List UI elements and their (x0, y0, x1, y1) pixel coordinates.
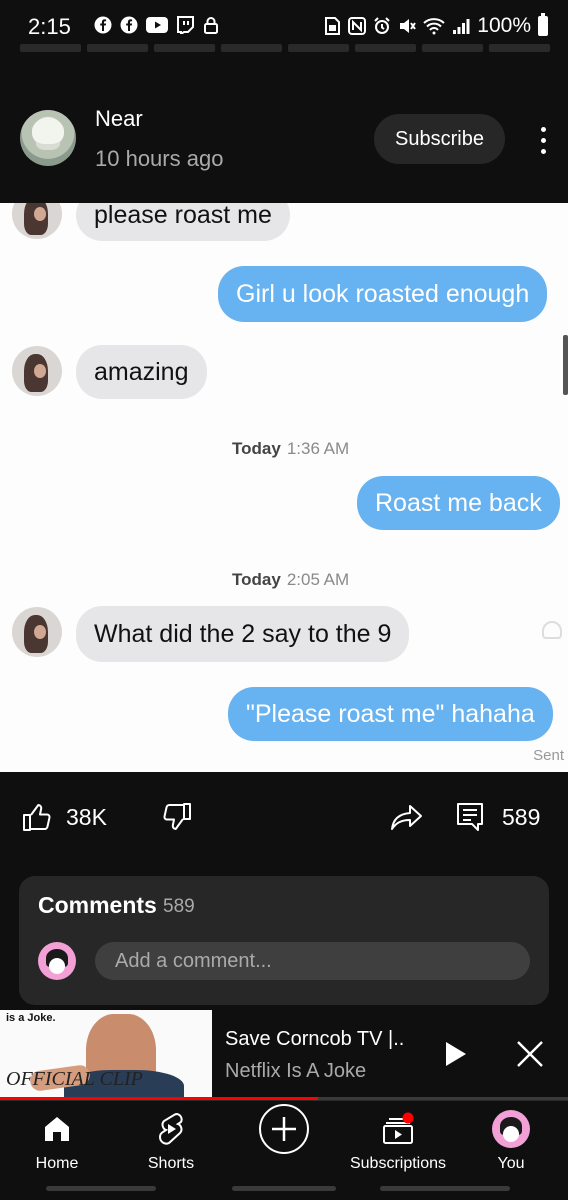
wifi-icon (423, 18, 445, 35)
chat-bubble-incoming: What did the 2 say to the 9 (76, 606, 410, 662)
share-button[interactable] (390, 802, 424, 832)
mini-player[interactable]: is a Joke. OFFICIAL CLIP Save Corncob TV… (0, 1010, 568, 1100)
share-icon (391, 805, 422, 830)
system-gesture-bar (0, 1184, 568, 1200)
chat-bubble-outgoing: "Please roast me" hahaha (228, 687, 553, 741)
alarm-icon (374, 17, 390, 34)
battery-icon (538, 13, 548, 36)
create-icon (259, 1104, 309, 1154)
post-image[interactable]: please roast me Girl u look roasted enou… (0, 203, 568, 772)
thumbnail-brand-text: is a Joke. (6, 1012, 56, 1024)
sent-label: Sent (533, 747, 564, 764)
mini-player-title[interactable]: Save Corncob TV |.. (225, 1028, 404, 1051)
mute-icon (400, 19, 417, 33)
battery-percent: 100% (477, 14, 531, 37)
comments-count: 589 (163, 896, 195, 917)
like-count: 38K (66, 803, 107, 830)
status-notification-icons (94, 16, 220, 34)
comment-icon (457, 803, 483, 831)
sender-avatar (12, 346, 62, 396)
nav-label: Subscriptions (349, 1155, 447, 1172)
mini-player-channel: Netflix Is A Joke (225, 1060, 367, 1082)
chat-timestamp: Today 2:05 AM (232, 570, 350, 589)
dislike-button[interactable] (162, 802, 192, 832)
status-time: 2:15 (28, 14, 71, 39)
subscriptions-icon (383, 1112, 414, 1144)
facebook-icon (94, 16, 112, 34)
you-avatar (492, 1110, 530, 1148)
chat-bubble-outgoing: Girl u look roasted enough (218, 266, 548, 322)
channel-avatar[interactable] (20, 110, 76, 166)
channel-name[interactable]: Near (95, 106, 143, 132)
scroll-indicator (563, 335, 568, 395)
subscribe-button[interactable]: Subscribe (374, 114, 505, 164)
sender-avatar (12, 607, 62, 657)
nav-create[interactable] (227, 1104, 341, 1154)
user-avatar (38, 942, 76, 980)
add-comment-input[interactable] (95, 942, 530, 980)
chat-bubble-outgoing: Roast me back (357, 476, 560, 530)
twitch-icon (177, 16, 194, 34)
nav-label: Home (35, 1155, 79, 1172)
comments-title: Comments (38, 892, 157, 918)
lock-icon (204, 17, 218, 34)
thumbnail-official-clip-label: OFFICIAL CLIP (6, 1068, 143, 1090)
chat-bubble-incoming: amazing (76, 345, 207, 399)
comments-section[interactable]: Comments 589 (19, 876, 549, 1005)
comments-button[interactable]: 589 (456, 802, 540, 832)
home-icon (45, 1117, 69, 1141)
post-action-bar: 38K 589 (0, 790, 568, 850)
nav-label: You (497, 1155, 525, 1172)
sender-avatar (12, 203, 62, 239)
heart-icon (542, 621, 562, 639)
mini-player-thumbnail[interactable]: is a Joke. OFFICIAL CLIP (0, 1010, 212, 1100)
thumbs-down-icon (163, 803, 191, 830)
previous-content-strip (20, 44, 550, 52)
chat-timestamp: Today 1:36 AM (232, 439, 350, 458)
comment-count: 589 (502, 803, 541, 830)
status-bar: 2:15 100% (0, 0, 568, 56)
youtube-icon (146, 17, 168, 33)
nfc-icon (348, 17, 367, 35)
signal-icon (453, 19, 470, 34)
facebook-icon (120, 16, 138, 34)
nav-you[interactable]: You (454, 1109, 568, 1173)
post-header: Near 10 hours ago Subscribe (0, 90, 568, 200)
nav-subscriptions[interactable]: Subscriptions (341, 1109, 455, 1173)
nav-home[interactable]: Home (0, 1109, 114, 1173)
nav-shorts[interactable]: Shorts (114, 1109, 228, 1173)
chat-bubble-incoming: please roast me (76, 203, 290, 241)
nav-label: Shorts (147, 1155, 195, 1172)
close-icon[interactable] (514, 1038, 546, 1070)
thumbs-up-icon (23, 804, 51, 831)
shorts-icon (158, 1112, 183, 1145)
play-icon[interactable] (440, 1038, 470, 1070)
status-system-icons: 100% (323, 13, 548, 38)
like-button[interactable]: 38K (22, 802, 107, 832)
bottom-navigation: Home Shorts Subscriptions You (0, 1100, 568, 1184)
more-options-icon[interactable] (528, 120, 558, 160)
post-time: 10 hours ago (95, 146, 224, 171)
sim-icon (325, 17, 341, 35)
